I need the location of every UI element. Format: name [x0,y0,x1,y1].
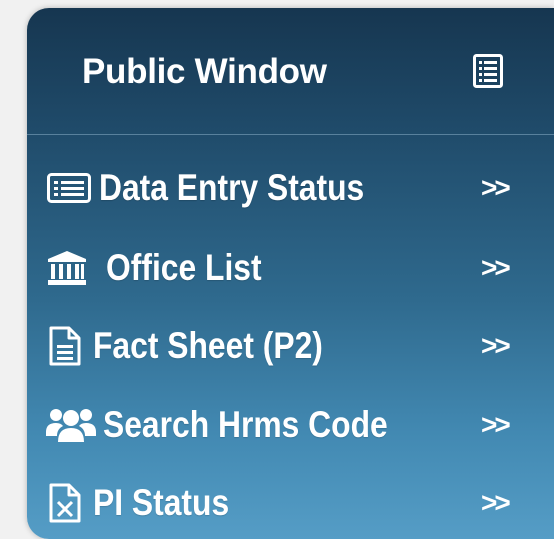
list-card-icon [47,173,91,203]
list-doc-icon[interactable] [473,54,503,88]
panel-header: Public Window [27,8,554,135]
chevrons-right-icon: >> [481,487,511,518]
menu-item-label: Fact Sheet (P2) [93,325,323,366]
menu-item-data-entry-status[interactable]: Data Entry Status >> [27,153,554,223]
chevrons-right-icon: >> [481,252,511,283]
menu-item-label: Office List [106,247,262,288]
panel-title: Public Window [82,52,327,91]
menu-item-fact-sheet[interactable]: Fact Sheet (P2) >> [27,311,554,381]
excel-file-icon [49,483,81,523]
menu-item-label: Search Hrms Code [103,404,388,445]
chevrons-right-icon: >> [481,330,511,361]
menu-item-label: Data Entry Status [99,167,365,208]
users-icon [46,409,96,442]
chevrons-right-icon: >> [481,172,511,203]
menu-item-label: PI Status [93,482,230,523]
menu-item-office-list[interactable]: Office List >> [27,233,554,303]
bank-icon [48,251,86,285]
public-window-panel: Public Window Data Entry Status >> Offic… [27,8,554,539]
chevrons-right-icon: >> [481,409,511,440]
document-icon [49,326,81,366]
menu-item-pi-status[interactable]: PI Status >> [27,468,554,538]
menu-item-search-hrms-code[interactable]: Search Hrms Code >> [27,390,554,460]
